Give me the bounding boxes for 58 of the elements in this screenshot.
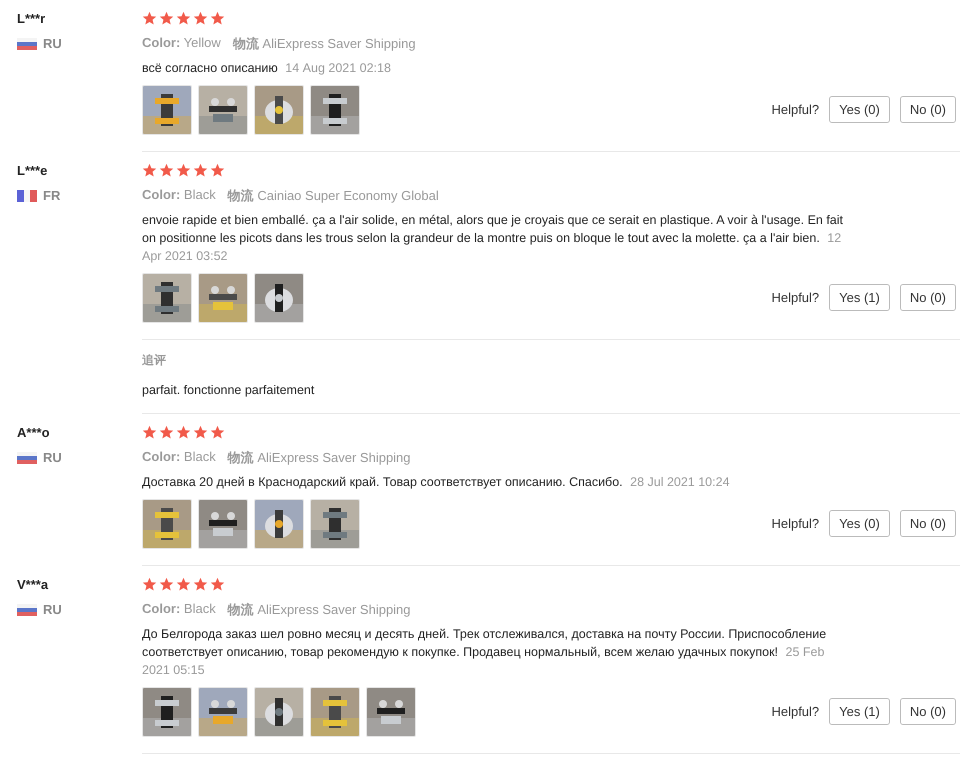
helpful-label: Helpful? — [771, 704, 820, 719]
star-icon — [176, 163, 191, 178]
star-icon — [142, 11, 157, 26]
star-icon — [176, 577, 191, 592]
followup-text: parfait. fonctionne parfaitement — [142, 383, 316, 397]
review-text: Доставка 20 дней в Краснодарский край. Товар соответствует описанию. Спасибо. 28 Jul 2021 10:24 — [142, 474, 731, 491]
star-icon — [176, 11, 191, 26]
user-name: A***o — [17, 425, 51, 440]
user-name: V***a — [17, 577, 50, 592]
no-button[interactable]: No (0) — [900, 284, 956, 311]
flag-icon — [17, 604, 37, 616]
star-icon — [176, 425, 191, 440]
star-icon — [210, 163, 225, 178]
yes-button[interactable]: Yes (0) — [829, 510, 890, 537]
color-info: Color: Black — [142, 187, 216, 204]
followup-label: 追评 — [142, 352, 167, 369]
yes-button[interactable]: Yes (0) — [829, 96, 890, 123]
star-icon — [142, 577, 157, 592]
color-info: Color: Black — [142, 449, 216, 466]
helpful-label: Helpful? — [771, 102, 820, 117]
user-name: L***r — [17, 11, 46, 26]
country-code: RU — [43, 602, 62, 617]
star-icon — [159, 425, 174, 440]
no-button[interactable]: No (0) — [900, 698, 956, 725]
country-code: RU — [43, 36, 62, 51]
star-icon — [142, 163, 157, 178]
no-button[interactable]: No (0) — [900, 96, 956, 123]
yes-button[interactable]: Yes (1) — [829, 284, 890, 311]
yes-button[interactable]: Yes (1) — [829, 698, 890, 725]
shipping-info: 物流 Cainiao Super Economy Global — [228, 187, 439, 205]
star-icon — [210, 577, 225, 592]
flag-icon — [17, 190, 37, 202]
star-icon — [210, 11, 225, 26]
star-icon — [159, 577, 174, 592]
star-icon — [193, 11, 208, 26]
star-icon — [142, 425, 157, 440]
helpful-label: Helpful? — [771, 516, 820, 531]
star-icon — [210, 425, 225, 440]
country-code: FR — [43, 188, 60, 203]
shipping-info: 物流 AliExpress Saver Shipping — [228, 601, 411, 619]
star-icon — [193, 163, 208, 178]
review-text: envoie rapide et bien emballé. ça a l'air solide, en métal, alors que je croyais que ce serait en plastique. A voir à l'usage. En fait on positionne les picots dans les trous selon la grandeur de la montre puis on bloque le tout avec la molette. ça a l'air bien. 12 Apr 2021 03:52 — [142, 212, 844, 265]
review-text: всё согласно описанию 14 Aug 2021 02:18 — [142, 60, 392, 77]
shipping-info: 物流 AliExpress Saver Shipping — [228, 449, 411, 467]
country-code: RU — [43, 450, 62, 465]
flag-icon — [17, 452, 37, 464]
shipping-info: 物流 AliExpress Saver Shipping — [232, 35, 416, 53]
helpful-label: Helpful? — [771, 290, 820, 305]
color-info: Color: Yellow — [142, 35, 221, 52]
star-icon — [193, 425, 208, 440]
review-text: До Белгорода заказ шел ровно месяц и десять дней. Трек отслеживался, доставка на почту России. Приспособление соответствует описанию, товар рекомендую к покупке. Продавец нормальный, всем желаю удачных покупок! 25 Feb 2021 05:15 — [142, 626, 828, 679]
color-info: Color: Black — [142, 601, 216, 618]
star-icon — [193, 577, 208, 592]
star-icon — [159, 11, 174, 26]
user-name: L***e — [17, 163, 48, 178]
star-icon — [159, 163, 174, 178]
flag-icon — [17, 38, 37, 50]
no-button[interactable]: No (0) — [900, 510, 956, 537]
